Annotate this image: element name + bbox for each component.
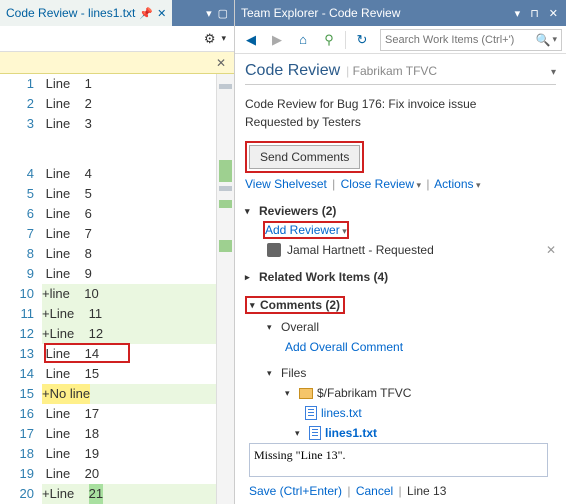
requested-by: Requested by Testers	[245, 113, 556, 131]
code-content[interactable]: Line 1 Line 2 Line 3 Line 4 Line 5 Line …	[42, 74, 216, 504]
cancel-comment-link[interactable]: Cancel	[356, 484, 393, 498]
code-tab-bar: Code Review - lines1.txt 📌 ✕ ▾ ▢	[0, 0, 234, 26]
reviewer-name: Jamal Hartnett - Requested	[287, 243, 434, 257]
search-dropdown-icon[interactable]: ▾	[550, 34, 557, 45]
chevron-down-icon: ▾	[267, 363, 277, 383]
add-reviewer-link[interactable]: Add Reviewer	[265, 223, 347, 237]
pin-icon[interactable]: 📌	[139, 7, 153, 20]
section-title-sub: Fabrikam TFVC	[353, 64, 437, 78]
pin-icon[interactable]: ⊓	[528, 7, 541, 20]
folder-path: $/Fabrikam TFVC	[317, 383, 411, 403]
close-infobar-icon[interactable]: ✕	[216, 56, 226, 70]
back-icon[interactable]: ◀	[239, 29, 263, 51]
gear-dropdown-icon[interactable]: ▾	[221, 33, 226, 44]
view-shelveset-link[interactable]: View Shelveset	[245, 177, 327, 191]
file-icon	[305, 406, 317, 420]
related-work-items-label: Related Work Items (4)	[259, 270, 388, 284]
comments-label: Comments (2)	[260, 298, 340, 312]
file-name[interactable]: lines.txt	[321, 403, 362, 423]
chevron-down-icon: ▾	[295, 423, 305, 443]
related-work-items-header[interactable]: ▸ Related Work Items (4)	[245, 267, 556, 287]
highlight-add-reviewer: Add Reviewer	[263, 221, 349, 239]
file-row[interactable]: lines.txt	[245, 403, 556, 423]
close-tab-icon[interactable]: ✕	[157, 7, 166, 20]
file-row-active[interactable]: ▾ lines1.txt	[245, 423, 556, 443]
forward-icon[interactable]: ▶	[265, 29, 289, 51]
tab-code-review-file[interactable]: Code Review - lines1.txt 📌 ✕	[0, 0, 172, 26]
avatar-icon	[267, 243, 281, 257]
info-bar: ✕	[0, 52, 234, 74]
window-position-icon[interactable]: ▢	[218, 7, 228, 20]
window-title: Team Explorer - Code Review	[241, 6, 507, 20]
team-explorer-toolbar: ◀ ▶ ⌂ ⚲ ↻ 🔍 ▾	[235, 26, 566, 54]
folder-icon	[299, 388, 313, 399]
previous-icon[interactable]: ▾	[206, 7, 212, 20]
chevron-down-icon: ▾	[245, 206, 255, 217]
window-dropdown-icon[interactable]: ▾	[513, 7, 523, 20]
home-icon[interactable]: ⌂	[291, 29, 315, 51]
chevron-down-icon: ▾	[250, 300, 260, 311]
code-toolbar: ⚙ ▾	[0, 26, 234, 52]
chevron-right-icon: ▸	[245, 272, 255, 283]
comment-textarea[interactable]	[249, 443, 548, 477]
remove-reviewer-icon[interactable]: ✕	[546, 243, 556, 257]
chevron-down-icon: ▾	[267, 317, 277, 337]
reviewers-header[interactable]: ▾ Reviewers (2)	[245, 201, 556, 221]
search-input[interactable]	[385, 34, 536, 46]
send-comments-button[interactable]: Send Comments	[249, 145, 360, 169]
section-heading: Code Review | Fabrikam TFVC ▾	[245, 62, 556, 80]
comments-header[interactable]: ▾ Comments (2)	[245, 293, 345, 317]
actions-link[interactable]: Actions	[434, 177, 480, 191]
file-icon	[309, 426, 321, 440]
close-panel-icon[interactable]: ✕	[547, 7, 560, 20]
section-title-main: Code Review	[245, 62, 340, 80]
overall-label: Overall	[281, 317, 319, 337]
gear-icon[interactable]: ⚙	[204, 31, 216, 47]
review-title: Code Review for Bug 176: Fix invoice iss…	[245, 95, 556, 113]
folder-row[interactable]: ▾ $/Fabrikam TFVC	[245, 383, 556, 403]
tab-label: Code Review - lines1.txt	[6, 6, 135, 20]
file-name-active[interactable]: lines1.txt	[325, 423, 377, 443]
section-dropdown-icon[interactable]: ▾	[551, 67, 556, 78]
line-number-gutter: 12345678910111213141516171819202122	[0, 74, 42, 504]
scroll-indicator[interactable]	[216, 74, 234, 504]
reviewer-row: Jamal Hartnett - Requested ✕	[245, 239, 556, 261]
line-reference: Line 13	[407, 484, 446, 498]
save-comment-link[interactable]: Save (Ctrl+Enter)	[249, 484, 342, 498]
files-label: Files	[281, 363, 306, 383]
close-review-link[interactable]: Close Review	[341, 177, 421, 191]
overall-section[interactable]: ▾ Overall	[245, 317, 556, 337]
team-explorer-header: Team Explorer - Code Review ▾ ⊓ ✕	[235, 0, 566, 26]
files-section[interactable]: ▾ Files	[245, 363, 556, 383]
chevron-down-icon: ▾	[285, 383, 295, 403]
add-overall-comment-link[interactable]: Add Overall Comment	[285, 337, 403, 357]
highlight-send-comments: Send Comments	[245, 141, 364, 173]
reviewers-label: Reviewers (2)	[259, 204, 336, 218]
connect-icon[interactable]: ⚲	[317, 29, 341, 51]
refresh-icon[interactable]: ↻	[350, 29, 374, 51]
search-icon[interactable]: 🔍	[536, 33, 551, 47]
search-work-items[interactable]: 🔍 ▾	[380, 29, 562, 51]
